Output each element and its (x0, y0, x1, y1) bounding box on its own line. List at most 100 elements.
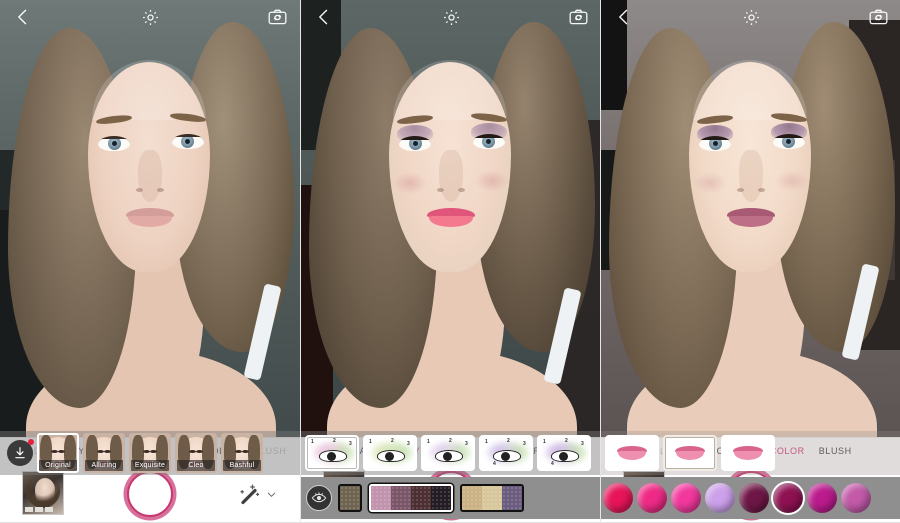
eye-right (172, 134, 204, 149)
blush-right (475, 170, 509, 192)
eye-style-pupil (501, 452, 510, 461)
look-label: Exquisite (131, 460, 169, 471)
nose (739, 150, 763, 202)
eye-style-thumbnail[interactable]: 1 2 3 (363, 435, 417, 471)
pupil-left (112, 141, 117, 146)
gear-icon[interactable] (139, 6, 161, 28)
lip-color-strip[interactable] (601, 477, 900, 519)
eye-style-strip[interactable]: 1 2 3 1 2 3 1 2 3 1 2 3 4 1 2 3 4 (301, 431, 600, 475)
look-eye-left (97, 450, 104, 453)
eye-style-thumbnail[interactable]: 1 2 3 4 (479, 435, 533, 471)
eye-style-pupil (443, 452, 452, 461)
gear-icon[interactable] (740, 6, 762, 28)
look-label: Bashful (223, 460, 261, 471)
palette-swatch[interactable] (482, 486, 502, 510)
gallery-hair (26, 474, 60, 508)
lip-style-shape (617, 446, 647, 460)
chevron-left-icon[interactable] (313, 6, 335, 28)
camera-flip-icon[interactable] (266, 6, 288, 28)
camera-preview-eye-shadow[interactable] (301, 0, 600, 437)
lip-style-strip[interactable] (601, 431, 900, 475)
eye-zone-number: 3 (465, 441, 468, 447)
eyelash-left (399, 136, 431, 140)
download-icon[interactable] (7, 439, 34, 466)
eye-style-pupil (385, 452, 394, 461)
looks-strip[interactable]: Original Alluring Exquisite Cleo Bashful (0, 431, 300, 475)
lip-color-swatch[interactable] (637, 483, 667, 513)
lip-style-thumbnail[interactable] (721, 435, 775, 471)
palette-swatch[interactable] (502, 486, 522, 510)
blush-right (775, 170, 809, 192)
eye-zone-number: 3 (407, 441, 410, 447)
lip-color-swatch[interactable] (739, 483, 769, 513)
look-thumbnail[interactable]: Exquisite (129, 433, 171, 473)
eye-left (98, 136, 130, 151)
panel-looks: Original Alluring Exquisite Cleo Bashful SHA… (0, 0, 300, 523)
palette-swatch[interactable] (371, 486, 391, 510)
lip-color-swatch[interactable] (841, 483, 871, 513)
look-eye-right (150, 450, 157, 453)
eye-icon[interactable] (306, 485, 332, 511)
gallery-thumbnail[interactable] (22, 471, 64, 515)
palette-swatch[interactable] (391, 486, 411, 510)
camera-preview-lip-color[interactable] (601, 0, 900, 437)
eyelash-right (473, 134, 505, 138)
lip-color-swatch[interactable] (603, 483, 633, 513)
eye-left (399, 136, 431, 151)
eye-shadow-palette[interactable] (369, 484, 453, 512)
eye-right (773, 134, 805, 149)
nostril-right (758, 188, 765, 192)
eye-zone-number: 3 (349, 441, 352, 447)
panel-eye-shadow: 12312312312341234 EYELASHESEYE SHADOWEYE… (300, 0, 600, 523)
lip-color-swatch[interactable] (671, 483, 701, 513)
eye-zone-number: 2 (449, 438, 452, 444)
eyelash-left (699, 136, 731, 140)
nose (138, 150, 162, 202)
palette-swatch[interactable] (411, 486, 431, 510)
shutter-button[interactable] (127, 471, 173, 517)
eye-shadow-palette-strip[interactable] (301, 477, 600, 519)
pupil-left (713, 141, 718, 146)
lip-style-thumbnail[interactable] (663, 435, 717, 471)
lip-style-lower (618, 451, 646, 460)
lower-lip (429, 216, 473, 227)
look-thumbnail[interactable]: Bashful (221, 433, 263, 473)
chevron-left-icon[interactable] (12, 6, 34, 28)
look-thumbnail[interactable]: Original (37, 433, 79, 473)
palette-swatch[interactable] (462, 486, 482, 510)
look-eye-left (189, 450, 196, 453)
gear-icon[interactable] (440, 6, 462, 28)
eye-shadow-palette[interactable] (338, 484, 362, 512)
eye-zone-number: 1 (485, 439, 488, 445)
look-eye-right (58, 450, 65, 453)
top-bar-looks (0, 0, 300, 34)
lip-style-shape (675, 446, 705, 460)
lips (427, 208, 475, 227)
look-eye-left (143, 450, 150, 453)
eye-zone-number: 4 (551, 461, 554, 467)
camera-flip-icon[interactable] (567, 6, 589, 28)
palette-swatch[interactable] (431, 486, 451, 510)
eye-style-thumbnail[interactable]: 1 2 3 4 (537, 435, 591, 471)
palette-swatch[interactable] (340, 486, 360, 510)
pupil-right (486, 139, 491, 144)
nose (439, 150, 463, 202)
look-thumbnail[interactable]: Cleo (175, 433, 217, 473)
nostril-right (458, 188, 465, 192)
lip-color-swatch[interactable] (807, 483, 837, 513)
magic-wand-icon[interactable] (238, 481, 280, 507)
lip-style-thumbnail[interactable] (605, 435, 659, 471)
gallery-filter-strip (25, 507, 53, 512)
lip-color-swatch[interactable] (771, 481, 805, 515)
eye-style-thumbnail[interactable]: 1 2 3 (421, 435, 475, 471)
eye-shadow-palette[interactable] (460, 484, 524, 512)
camera-preview-looks[interactable] (0, 0, 300, 437)
camera-flip-icon[interactable] (867, 6, 889, 28)
panel-lip-color: E LINERLOOKSLIP COLORBLUSH (600, 0, 900, 523)
eye-style-thumbnail[interactable]: 1 2 3 (305, 435, 359, 471)
eye-zone-number: 4 (493, 461, 496, 467)
chevron-left-icon[interactable] (613, 6, 635, 28)
look-eye-right (242, 450, 249, 453)
lip-color-swatch[interactable] (705, 483, 735, 513)
look-thumbnail[interactable]: Alluring (83, 433, 125, 473)
